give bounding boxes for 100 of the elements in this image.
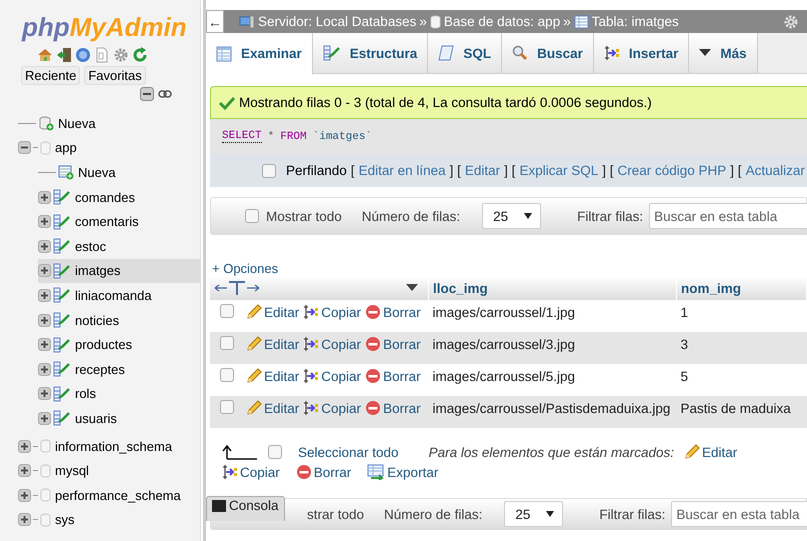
table-item[interactable]: liniacomanda bbox=[73, 288, 154, 303]
caret-icon[interactable] bbox=[406, 284, 418, 292]
sidebar-tab[interactable]: Favoritas bbox=[84, 66, 146, 85]
column-header[interactable]: lloc_img bbox=[428, 276, 676, 300]
table-item[interactable]: imatges bbox=[73, 263, 123, 278]
database-item[interactable]: app bbox=[53, 140, 79, 156]
table-cell: 3 bbox=[676, 332, 806, 364]
expand-icon[interactable] bbox=[38, 412, 51, 425]
database-item[interactable]: sys bbox=[53, 512, 76, 528]
pencil-icon bbox=[246, 400, 262, 416]
options-link[interactable]: + Opciones bbox=[212, 261, 807, 276]
column-header[interactable]: nom_img bbox=[676, 276, 806, 300]
delete-link[interactable]: Borrar bbox=[365, 336, 421, 352]
copy-link[interactable]: Copiar bbox=[222, 464, 280, 480]
filter-field[interactable]: Buscar en esta tabla bbox=[649, 203, 807, 229]
rows-select[interactable]: 25 bbox=[504, 501, 564, 527]
database-item[interactable]: information_schema bbox=[53, 438, 174, 454]
link[interactable]: Editar en línea bbox=[358, 163, 446, 178]
checkbox[interactable] bbox=[268, 445, 282, 459]
table-item[interactable]: receptes bbox=[73, 362, 127, 377]
expand-icon[interactable] bbox=[38, 215, 51, 228]
expand-icon[interactable] bbox=[38, 387, 51, 400]
expand-icon[interactable] bbox=[18, 464, 31, 478]
table-structure-icon bbox=[53, 410, 71, 426]
expand-icon[interactable] bbox=[18, 513, 31, 526]
breadcrumb-link[interactable]: Tabla: imatges bbox=[592, 14, 679, 29]
table-item[interactable]: productes bbox=[73, 337, 134, 352]
sql-keyword[interactable]: SELECT bbox=[222, 130, 262, 143]
search-icon bbox=[512, 45, 528, 61]
sidebar-tab[interactable]: Reciente bbox=[21, 66, 80, 85]
exit-door-icon[interactable] bbox=[56, 47, 72, 63]
copy-link[interactable]: Copiar bbox=[303, 400, 362, 416]
copy-link[interactable]: Copiar bbox=[303, 336, 362, 352]
copy-link[interactable]: Copiar bbox=[303, 368, 362, 384]
insert-row-icon bbox=[604, 45, 620, 61]
link-icon[interactable] bbox=[158, 90, 172, 98]
tab[interactable]: Insertar bbox=[594, 33, 690, 73]
tab[interactable]: Examinar bbox=[206, 33, 313, 75]
expand-icon[interactable] bbox=[38, 314, 51, 327]
show-all-label[interactable]: strar todo bbox=[307, 506, 364, 522]
link[interactable]: Explicar SQL bbox=[519, 163, 598, 178]
new-item[interactable]: Nueva bbox=[76, 164, 118, 180]
row-checkbox[interactable] bbox=[220, 336, 234, 350]
expand-icon[interactable] bbox=[38, 338, 51, 352]
rows-select[interactable]: 25 bbox=[482, 203, 542, 229]
new-item[interactable]: Nueva bbox=[56, 116, 98, 131]
expand-icon[interactable] bbox=[38, 362, 51, 376]
expand-icon[interactable] bbox=[18, 488, 31, 502]
tab[interactable]: Estructura bbox=[312, 33, 428, 73]
tab[interactable]: Más bbox=[689, 33, 758, 73]
back-button[interactable]: ← bbox=[206, 10, 224, 33]
collapse-icon[interactable] bbox=[18, 141, 31, 154]
table-item[interactable]: rols bbox=[73, 386, 98, 402]
delete-link[interactable]: Borrar bbox=[365, 368, 421, 384]
link[interactable]: Editar bbox=[464, 163, 500, 178]
breadcrumb-link[interactable]: Base de datos: app bbox=[444, 14, 560, 29]
profiling-label[interactable]: Perfilando bbox=[286, 163, 347, 178]
row-checkbox[interactable] bbox=[220, 368, 234, 382]
edit-link[interactable]: Editar bbox=[684, 444, 738, 460]
table-item[interactable]: usuaris bbox=[73, 410, 119, 426]
row-checkbox[interactable] bbox=[220, 304, 234, 318]
delete-link[interactable]: Borrar bbox=[365, 304, 421, 320]
pencil-icon bbox=[246, 368, 262, 384]
tab[interactable]: Buscar bbox=[502, 33, 594, 73]
expand-icon[interactable] bbox=[18, 440, 31, 453]
edit-link[interactable]: Editar bbox=[246, 400, 300, 416]
edit-link[interactable]: Editar bbox=[246, 304, 300, 320]
help-icon[interactable] bbox=[74, 47, 90, 63]
expand-icon[interactable] bbox=[38, 288, 51, 302]
checkbox[interactable] bbox=[245, 209, 259, 223]
expand-icon[interactable] bbox=[38, 190, 51, 204]
show-all-label[interactable]: Mostrar todo bbox=[266, 208, 342, 224]
link[interactable]: Crear código PHP bbox=[617, 163, 726, 178]
home-icon[interactable] bbox=[36, 47, 52, 63]
filter-field[interactable]: Buscar en esta tabla bbox=[671, 501, 807, 527]
table-item[interactable]: comandes bbox=[73, 190, 137, 205]
expand-icon[interactable] bbox=[38, 264, 51, 278]
delete-link[interactable]: Borrar bbox=[365, 400, 421, 416]
delete-link[interactable]: Borrar bbox=[296, 464, 352, 480]
edit-link[interactable]: Editar bbox=[246, 336, 300, 352]
tab[interactable]: SQL bbox=[428, 33, 502, 73]
collapse-icon[interactable] bbox=[140, 87, 154, 101]
reload-icon[interactable] bbox=[132, 47, 148, 63]
copy-link[interactable]: Copiar bbox=[303, 304, 362, 320]
breadcrumb-link[interactable]: Servidor: Local Databases bbox=[258, 14, 416, 29]
table-item[interactable]: noticies bbox=[73, 312, 122, 328]
table-item[interactable]: estoc bbox=[73, 238, 108, 254]
expand-icon[interactable] bbox=[38, 240, 51, 253]
checkbox[interactable] bbox=[262, 164, 276, 178]
settings-icon[interactable] bbox=[112, 47, 128, 63]
database-item[interactable]: performance_schema bbox=[53, 488, 183, 503]
database-item[interactable]: mysql bbox=[53, 463, 91, 478]
link[interactable]: Actualizar bbox=[746, 163, 805, 178]
row-checkbox[interactable] bbox=[220, 400, 234, 414]
export-link[interactable]: Exportar bbox=[367, 464, 438, 480]
table-item[interactable]: comentaris bbox=[73, 214, 141, 230]
console-tab[interactable]: Consola bbox=[206, 496, 285, 521]
logo-text[interactable]: phpMyAdmin bbox=[22, 12, 200, 43]
edit-link[interactable]: Editar bbox=[246, 368, 300, 384]
select-all-link[interactable]: Seleccionar todo bbox=[298, 444, 399, 460]
